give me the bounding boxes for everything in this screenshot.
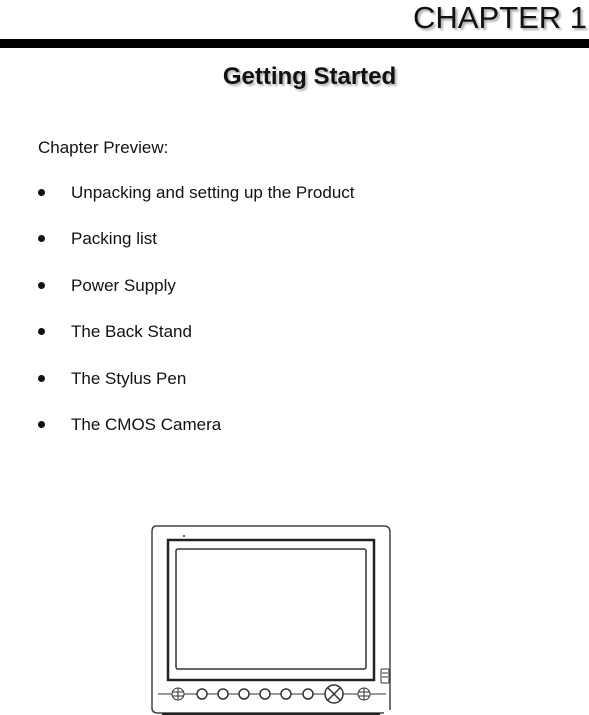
bullet-icon xyxy=(38,420,45,428)
screen xyxy=(175,548,367,670)
bullet-icon xyxy=(38,328,45,336)
list-item-text: The CMOS Camera xyxy=(71,414,222,434)
bullet-icon xyxy=(38,189,45,196)
list-item-text: Unpacking and setting up the Product xyxy=(71,183,355,202)
side-slot-icon xyxy=(380,668,390,684)
front-button xyxy=(217,688,229,700)
list-item-text: Power Supply xyxy=(71,275,176,295)
bullet-icon xyxy=(38,374,45,382)
tablet-device-icon xyxy=(151,525,391,715)
chapter-preview-label: Chapter Preview: xyxy=(38,138,169,157)
chapter-rule xyxy=(0,39,589,48)
chapter-label: CHAPTER 1 xyxy=(413,0,587,35)
speaker-right-icon xyxy=(357,687,371,701)
device-outer-frame xyxy=(151,525,391,714)
front-button xyxy=(259,688,271,700)
bullet-icon xyxy=(38,235,45,243)
front-button xyxy=(302,688,314,700)
list-item-text: The Back Stand xyxy=(71,322,192,342)
page-title: Getting Started xyxy=(222,63,397,90)
front-button xyxy=(238,688,250,700)
front-button xyxy=(196,688,208,700)
camera-icon xyxy=(183,535,185,537)
front-button xyxy=(280,688,292,700)
speaker-left-icon xyxy=(171,687,185,701)
screen-frame xyxy=(166,538,376,682)
list-item-text: The Stylus Pen xyxy=(71,368,187,388)
dpad-icon xyxy=(324,684,344,704)
list-item-text: Packing list xyxy=(71,229,157,249)
bullet-icon xyxy=(38,281,45,289)
